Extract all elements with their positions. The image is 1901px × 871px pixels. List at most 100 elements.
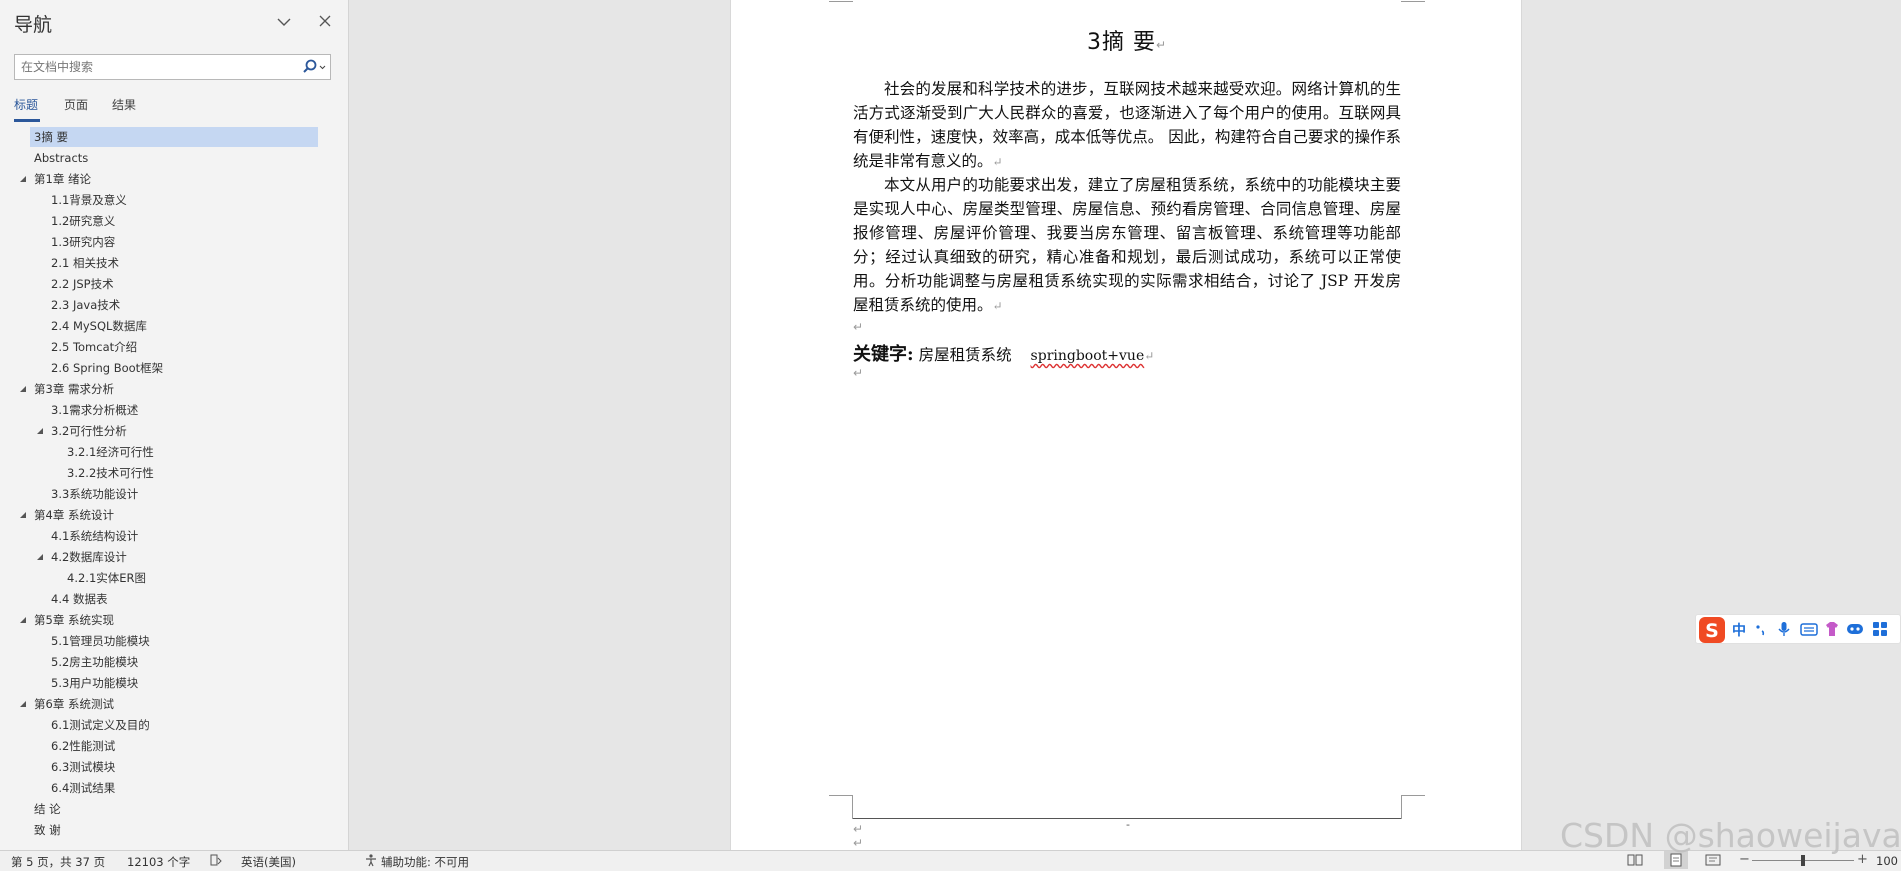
close-icon[interactable] [315, 11, 335, 31]
word-count[interactable]: 12103 个字 [127, 854, 190, 870]
outline-item-label: 6.3测试模块 [51, 760, 116, 774]
zoom-slider-thumb[interactable] [1801, 855, 1805, 866]
keywords-line[interactable]: 关键字: 房屋租赁系统 springboot+vue↵ [853, 340, 1154, 366]
search-input[interactable] [15, 55, 295, 79]
outline-item-label: 2.1 相关技术 [51, 256, 119, 270]
skin-icon[interactable] [1824, 621, 1840, 641]
keyboard-icon[interactable] [1800, 621, 1818, 641]
outline-item-label: 6.1测试定义及目的 [51, 718, 150, 732]
outline-item-label: 2.4 MySQL数据库 [51, 319, 147, 333]
outline-item[interactable]: 2.2 JSP技术 [51, 274, 114, 294]
paragraph-mark: ↵ [853, 366, 864, 380]
outline-item[interactable]: 3.2.1经济可行性 [67, 442, 154, 462]
document-heading[interactable]: 3摘 要↵ [731, 24, 1523, 56]
outline-item-label: 第1章 绪论 [34, 172, 91, 186]
outline-item[interactable]: 3.2可行性分析 [51, 421, 127, 441]
outline-item-label: Abstracts [34, 151, 89, 165]
outline-item[interactable]: 1.3研究内容 [51, 232, 115, 252]
abstract-paragraph-2[interactable]: 本文从用户的功能要求出发，建立了房屋租赁系统，系统中的功能模块主要是实现人中心、… [853, 173, 1401, 318]
outline-item[interactable]: 3.2.2技术可行性 [67, 463, 154, 483]
outline-item[interactable]: 第4章 系统设计 [34, 505, 114, 525]
expand-triangle-icon[interactable] [35, 426, 45, 436]
document-page[interactable]: 3摘 要↵ 社会的发展和科学技术的进步，互联网技术越来越受欢迎。网络计算机的生活… [730, 0, 1522, 850]
outline-item[interactable]: 5.2房主功能模块 [51, 652, 138, 672]
tab-pages[interactable]: 页面 [64, 96, 88, 113]
outline-item[interactable]: 结 论 [34, 799, 61, 819]
web-layout-icon[interactable] [1705, 853, 1721, 870]
svg-text:S: S [1705, 620, 1719, 642]
outline-item-label: 第4章 系统设计 [34, 508, 114, 522]
outline-item[interactable]: Abstracts [34, 148, 88, 168]
outline-item[interactable]: 第1章 绪论 [34, 169, 91, 189]
outline-item-label: 4.2数据库设计 [51, 550, 127, 564]
outline-item[interactable]: 5.1管理员功能模块 [51, 631, 150, 651]
crop-mark [1401, 0, 1425, 2]
paragraph-mark: ↵ [853, 822, 864, 836]
active-tab-indicator [14, 119, 40, 122]
outline-item-label: 3摘 要 [34, 130, 68, 144]
outline-item[interactable]: 1.2研究意义 [51, 211, 115, 231]
outline-item[interactable]: 第3章 需求分析 [34, 379, 114, 399]
sogou-logo-icon[interactable]: S [1698, 616, 1726, 648]
outline-item[interactable]: 4.2数据库设计 [51, 547, 127, 567]
abstract-paragraph-1[interactable]: 社会的发展和科学技术的进步，互联网技术越来越受欢迎。网络计算机的生活方式逐渐受到… [853, 77, 1401, 174]
outline-item-label: 2.5 Tomcat介绍 [51, 340, 138, 354]
outline-item[interactable]: 4.4 数据表 [51, 589, 107, 609]
keywords-cn: 房屋租赁系统 [918, 346, 1012, 364]
expand-triangle-icon[interactable] [18, 699, 28, 709]
outline-item[interactable]: 第6章 系统测试 [34, 694, 114, 714]
outline-item[interactable]: 4.2.1实体ER图 [67, 568, 146, 588]
outline-item[interactable]: 致 谢 [34, 820, 61, 840]
proofing-icon[interactable] [209, 853, 223, 870]
tab-headings[interactable]: 标题 [14, 96, 38, 113]
language-indicator[interactable]: 英语(美国) [241, 854, 296, 870]
outline-item[interactable]: 5.3用户功能模块 [51, 673, 138, 693]
assistant-icon[interactable] [1846, 621, 1864, 641]
outline-item[interactable]: 6.3测试模块 [51, 757, 115, 777]
read-mode-icon[interactable] [1627, 853, 1643, 870]
expand-triangle-icon[interactable] [18, 384, 28, 394]
outline-item-label: 3.3系统功能设计 [51, 487, 139, 501]
outline-item-label: 2.3 Java技术 [51, 298, 121, 312]
chevron-down-icon[interactable] [274, 12, 294, 32]
crop-mark [829, 795, 853, 819]
outline-item[interactable]: 4.1系统结构设计 [51, 526, 138, 546]
microphone-icon[interactable] [1776, 621, 1792, 641]
keywords-en: springboot+vue [1030, 348, 1145, 364]
outline-item-label: 5.3用户功能模块 [51, 676, 139, 690]
outline-item-label: 2.2 JSP技术 [51, 277, 114, 291]
outline-item-label: 2.6 Spring Boot框架 [51, 361, 164, 375]
outline-item[interactable]: 2.1 相关技术 [51, 253, 119, 273]
tab-results[interactable]: 结果 [112, 96, 136, 113]
punctuation-icon[interactable] [1754, 621, 1770, 641]
outline-item-label: 6.4测试结果 [51, 781, 116, 795]
expand-triangle-icon[interactable] [18, 510, 28, 520]
zoom-level[interactable]: 100 [1876, 854, 1898, 868]
crop-mark [1401, 795, 1425, 819]
accessibility-icon[interactable] [364, 853, 378, 870]
outline-item[interactable]: 3.3系统功能设计 [51, 484, 138, 504]
outline-item[interactable]: 6.1测试定义及目的 [51, 715, 150, 735]
outline-item[interactable]: 1.1背景及意义 [51, 190, 127, 210]
outline-item[interactable]: 2.3 Java技术 [51, 295, 120, 315]
outline-item[interactable]: 第5章 系统实现 [34, 610, 114, 630]
ime-mode-toggle[interactable]: 中 [1732, 620, 1746, 640]
crop-mark [829, 0, 853, 2]
search-icon[interactable] [300, 58, 328, 76]
outline-item-label: 1.3研究内容 [51, 235, 116, 249]
toolbox-icon[interactable] [1872, 621, 1888, 641]
expand-triangle-icon[interactable] [18, 174, 28, 184]
page-count[interactable]: 第 5 页，共 37 页 [11, 854, 105, 870]
outline-item[interactable]: 2.5 Tomcat介绍 [51, 337, 137, 357]
outline-item[interactable]: 3摘 要 [30, 127, 318, 147]
outline-item[interactable]: 2.4 MySQL数据库 [51, 316, 147, 336]
outline-item[interactable]: 3.1需求分析概述 [51, 400, 138, 420]
outline-item[interactable]: 2.6 Spring Boot框架 [51, 358, 163, 378]
expand-triangle-icon[interactable] [18, 615, 28, 625]
accessibility-status[interactable]: 辅助功能: 不可用 [381, 854, 469, 870]
navigation-pane: 导航 标题 页面 结果 3摘 要 Abstracts 第1章 绪论 1.1背景及意义 1… [0, 0, 349, 850]
outline-item[interactable]: 6.2性能测试 [51, 736, 115, 756]
outline-item[interactable]: 6.4测试结果 [51, 778, 115, 798]
expand-triangle-icon[interactable] [35, 552, 45, 562]
csdn-watermark: CSDN @shaoweijava [1560, 816, 1901, 855]
